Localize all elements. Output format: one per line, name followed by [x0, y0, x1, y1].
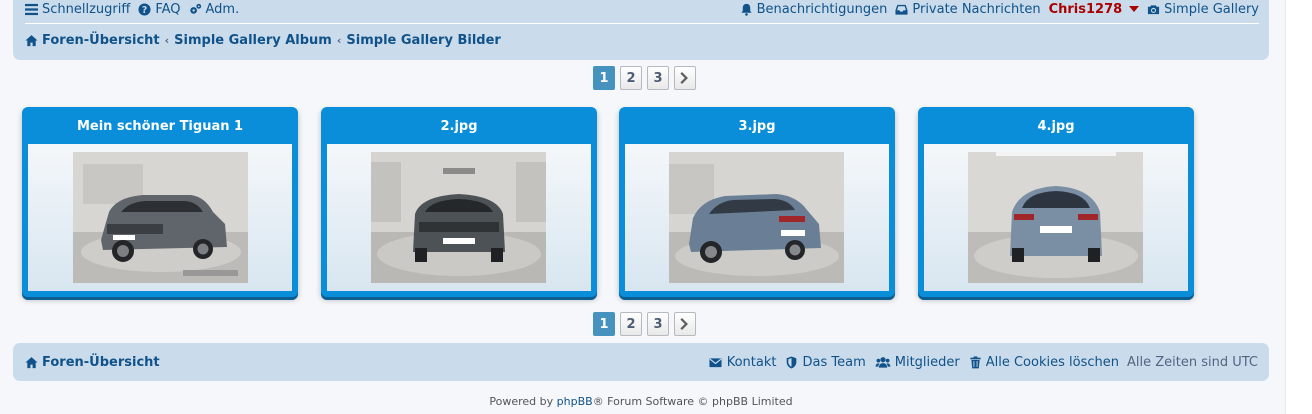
faq-label: FAQ	[155, 1, 181, 17]
breadcrumb: Foren-Übersicht ‹ Simple Gallery Album ‹…	[25, 33, 501, 48]
gallery-card-body	[327, 144, 591, 291]
team-link[interactable]: Das Team	[785, 354, 866, 370]
camera-icon	[1148, 4, 1160, 14]
copyright-suffix: ® Forum Software © phpBB Limited	[592, 395, 793, 408]
members-link[interactable]: Mitglieder	[875, 355, 960, 370]
trash-icon	[970, 355, 981, 368]
contact-link[interactable]: Kontakt	[708, 354, 777, 370]
admin-label: Adm.	[205, 1, 240, 17]
nav-top: Schnellzugriff ? FAQ Adm. Benachrichtigu…	[25, 0, 1259, 18]
gallery-thumbnail[interactable]	[73, 152, 248, 283]
gallery-card[interactable]: 3.jpg	[619, 107, 895, 297]
gallery-card-body	[28, 144, 292, 291]
inbox-icon	[895, 4, 908, 15]
gallery-card[interactable]: 4.jpg	[918, 107, 1194, 297]
question-circle-icon: ?	[138, 2, 151, 15]
gallery-card-body	[625, 144, 889, 291]
simple-gallery-link[interactable]: Simple Gallery	[1147, 2, 1259, 17]
delete-cookies-label: Alle Cookies löschen	[985, 354, 1119, 370]
hamburger-icon	[25, 3, 38, 15]
bell-icon	[741, 3, 752, 16]
envelope-icon	[709, 357, 722, 367]
phpbb-link[interactable]: phpBB	[557, 395, 593, 408]
faq-link[interactable]: ? FAQ	[138, 1, 181, 17]
breadcrumb-separator: ‹	[164, 34, 170, 47]
gallery-card-body	[924, 144, 1188, 291]
gallery-card[interactable]: 2.jpg	[321, 107, 597, 297]
next-page-button[interactable]	[674, 66, 696, 90]
page-1-button[interactable]: 1	[593, 66, 615, 90]
breadcrumb-separator: ‹	[336, 34, 342, 47]
chevron-right-icon	[680, 318, 688, 330]
shield-icon	[787, 355, 797, 369]
gallery-card-title[interactable]: 2.jpg	[321, 119, 597, 134]
simple-gallery-label: Simple Gallery	[1164, 1, 1259, 17]
quick-links-menu[interactable]: Schnellzugriff	[25, 2, 130, 17]
next-page-button[interactable]	[674, 312, 696, 336]
pagination-top: 1 2 3	[593, 66, 696, 90]
users-icon	[875, 356, 891, 368]
members-label: Mitglieder	[894, 354, 960, 370]
gallery-thumbnail[interactable]	[669, 152, 844, 283]
quick-links-label: Schnellzugriff	[42, 1, 131, 17]
gallery-card-title[interactable]: Mein schöner Tiguan 1	[22, 119, 298, 134]
scrollbar-gutter[interactable]	[1285, 0, 1312, 414]
timezone-note: Alle Zeiten sind UTC	[1126, 354, 1258, 370]
delete-cookies-link[interactable]: Alle Cookies löschen	[969, 355, 1119, 370]
car-photo-rear	[968, 152, 1143, 283]
admin-link[interactable]: Adm.	[189, 1, 240, 17]
caret-down-icon	[1129, 6, 1140, 12]
cogs-icon	[189, 3, 201, 14]
private-messages-link[interactable]: Private Nachrichten	[895, 1, 1041, 17]
copyright: Powered by phpBB® Forum Software © phpBB…	[0, 395, 1282, 408]
car-photo-rear-left	[669, 152, 844, 283]
svg-text:?: ?	[142, 4, 147, 15]
gallery-thumbnail[interactable]	[371, 152, 546, 283]
gallery-card[interactable]: Mein schöner Tiguan 1	[22, 107, 298, 297]
notifications-label: Benachrichtigungen	[756, 1, 888, 17]
notifications-link[interactable]: Benachrichtigungen	[740, 1, 888, 17]
home-icon	[25, 35, 38, 47]
footer-index-link[interactable]: Foren-Übersicht	[25, 355, 160, 370]
breadcrumb-index[interactable]: Foren-Übersicht	[42, 33, 160, 48]
pagination-bottom: 1 2 3	[593, 312, 696, 336]
nav-divider	[25, 23, 1259, 24]
chevron-right-icon	[680, 72, 688, 84]
gallery-card-title[interactable]: 3.jpg	[619, 119, 895, 134]
username: Chris1278	[1048, 1, 1123, 17]
page-1-button[interactable]: 1	[593, 312, 615, 336]
user-menu[interactable]: Chris1278	[1049, 2, 1140, 17]
copyright-prefix: Powered by	[489, 395, 554, 408]
footer-navbar: Foren-Übersicht Kontakt Das Team Mitglie…	[13, 343, 1269, 381]
page: Schnellzugriff ? FAQ Adm. Benachrichtigu…	[0, 0, 1285, 414]
team-label: Das Team	[802, 354, 866, 370]
breadcrumb-album[interactable]: Simple Gallery Album	[174, 33, 332, 48]
page-3-button[interactable]: 3	[647, 66, 669, 90]
breadcrumb-images[interactable]: Simple Gallery Bilder	[346, 33, 500, 48]
contact-label: Kontakt	[726, 354, 777, 370]
private-messages-label: Private Nachrichten	[912, 1, 1041, 17]
page-3-button[interactable]: 3	[647, 312, 669, 336]
gallery-thumbnail[interactable]	[968, 152, 1143, 283]
page-2-button[interactable]: 2	[620, 66, 642, 90]
car-photo-front-left	[73, 152, 248, 283]
footer-index-label: Foren-Übersicht	[42, 354, 160, 370]
header-navbar: Schnellzugriff ? FAQ Adm. Benachrichtigu…	[13, 0, 1269, 60]
gallery-card-title[interactable]: 4.jpg	[918, 119, 1194, 134]
home-icon	[25, 356, 38, 368]
car-photo-front	[371, 152, 546, 283]
page-2-button[interactable]: 2	[620, 312, 642, 336]
